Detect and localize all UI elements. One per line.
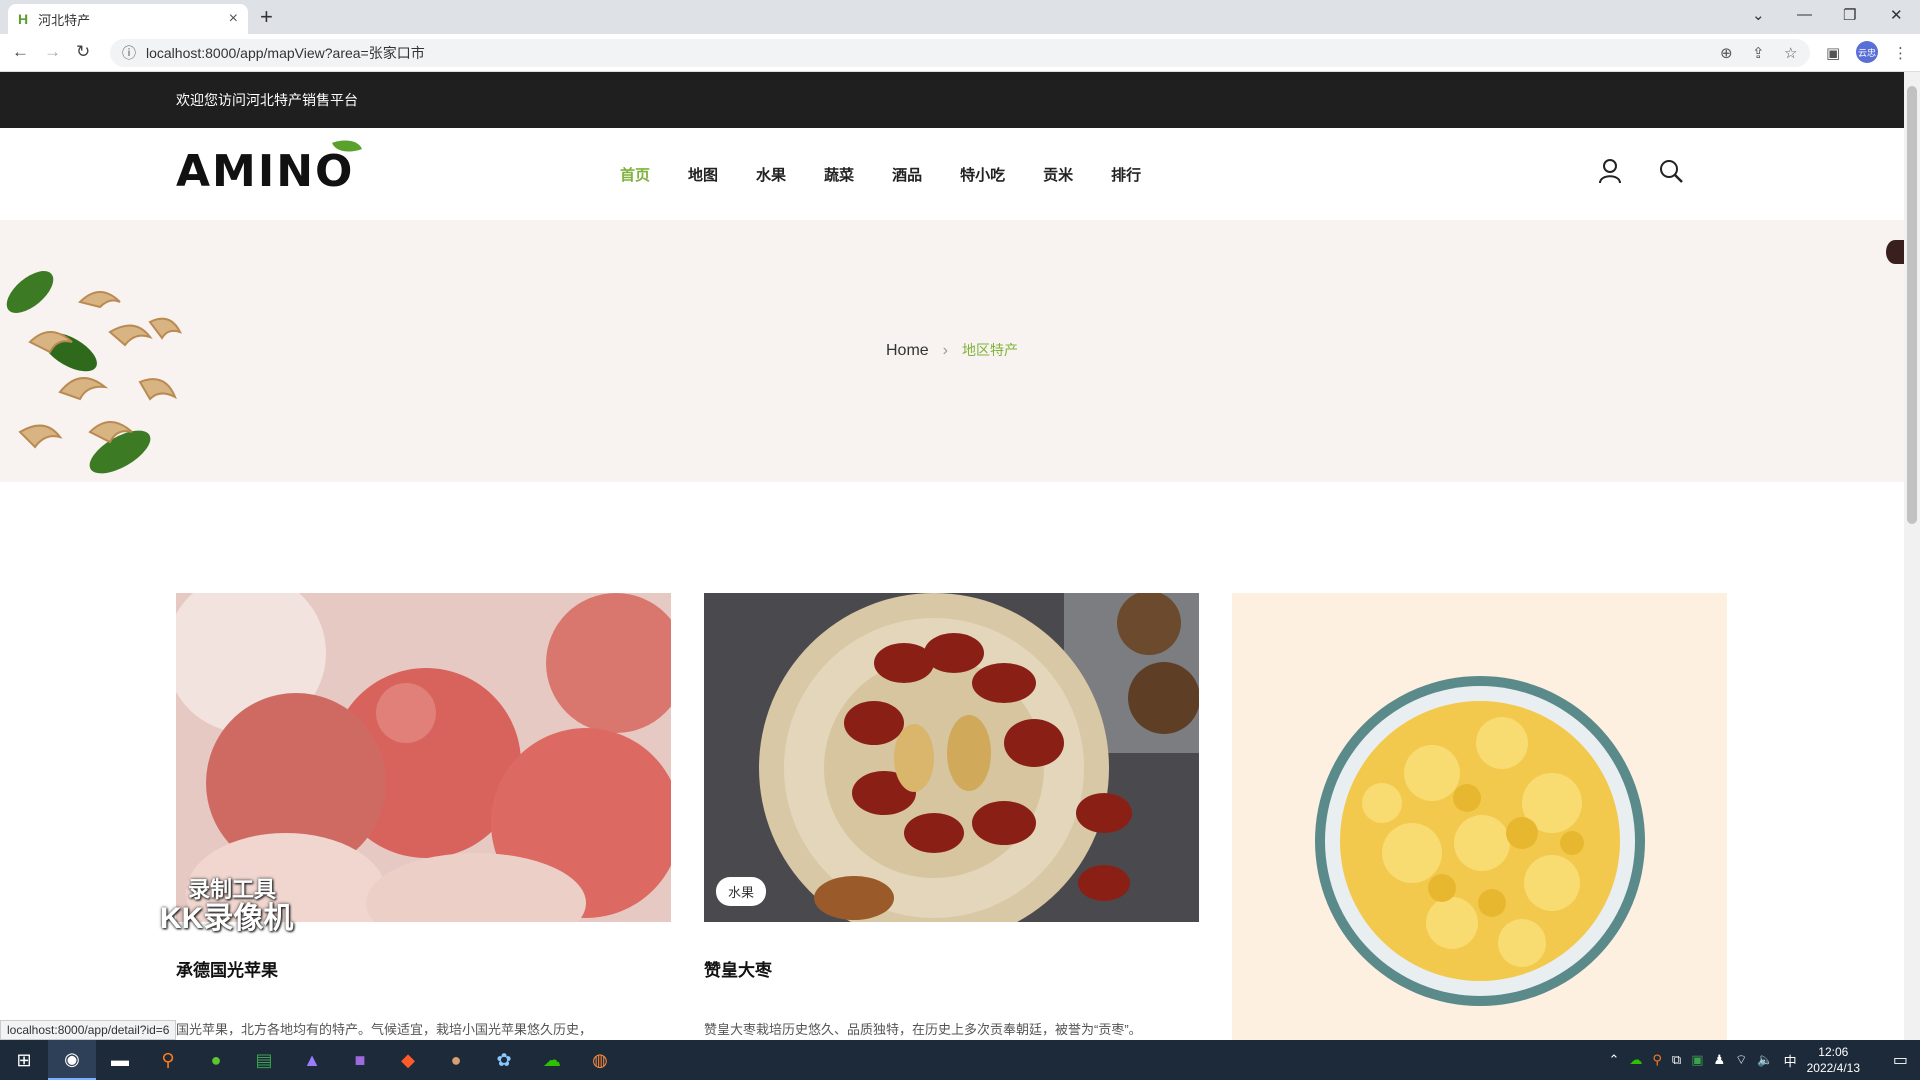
tab-search-icon[interactable]: ⌄ bbox=[1752, 6, 1765, 24]
chevron-right-icon: › bbox=[942, 342, 948, 359]
watermark-line2: KK录像机 bbox=[160, 902, 294, 936]
address-bar: ← → ↻ ⓘ localhost:8000/app/mapView?area=… bbox=[0, 34, 1920, 72]
decorative-berry bbox=[1886, 240, 1904, 264]
product-description: 国光苹果，北方各地均有的特产。气候适宜，栽培小国光苹果悠久历史， bbox=[176, 1022, 593, 1037]
forward-icon[interactable]: → bbox=[44, 42, 61, 62]
notification-icon[interactable]: ▭ bbox=[1893, 1050, 1908, 1070]
breadcrumb-current: 地区特产 bbox=[962, 342, 1018, 358]
product-card[interactable]: 水果 赞皇大枣 赞皇大枣栽培历史悠久、品质独特，在历史上多次贡奉朝廷，被誉为“贡… bbox=[704, 593, 1199, 1038]
nav-item-wine[interactable]: 酒品 bbox=[892, 164, 922, 185]
product-description: 赞皇大枣栽培历史悠久、品质独特，在历史上多次贡奉朝廷，被誉为“贡枣”。 bbox=[704, 1022, 1142, 1037]
ime-indicator[interactable]: 中 bbox=[1784, 1051, 1797, 1070]
category-tag[interactable]: 水果 bbox=[716, 877, 767, 906]
search-icon[interactable] bbox=[1658, 158, 1684, 191]
site-topbar: 欢迎您访问河北特产销售平台 bbox=[0, 72, 1904, 128]
zoom-icon[interactable]: ⊕ bbox=[1720, 44, 1733, 62]
bookmark-star-icon[interactable]: ☆ bbox=[1784, 44, 1797, 62]
nav-item-home[interactable]: 首页 bbox=[620, 164, 650, 185]
tab-title: 河北特产 bbox=[38, 12, 91, 28]
app-avatar-icon[interactable]: ● bbox=[432, 1040, 480, 1080]
system-tray: ⌃ ☁ ⚲ ⧉ ▣ ♟ ⌔ 🔈 中 12:06 2022/4/13 bbox=[1608, 1040, 1860, 1080]
browser-menu-icon[interactable]: ⋮ bbox=[1893, 44, 1908, 62]
url-text: localhost:8000/app/mapView?area=张家口市 bbox=[146, 45, 425, 61]
tray-qq-icon[interactable]: ♟ bbox=[1714, 1052, 1726, 1068]
nav-item-fruit[interactable]: 水果 bbox=[756, 164, 786, 185]
taskbar-clock[interactable]: 12:06 2022/4/13 bbox=[1807, 1044, 1860, 1076]
volume-icon[interactable]: 🔈 bbox=[1757, 1052, 1773, 1068]
nav-item-ranking[interactable]: 排行 bbox=[1111, 164, 1141, 185]
share-icon[interactable]: ⇪ bbox=[1752, 44, 1765, 62]
back-icon[interactable]: ← bbox=[12, 42, 29, 62]
profile-avatar[interactable]: 云忠 bbox=[1856, 41, 1878, 63]
nav-item-vegetable[interactable]: 蔬菜 bbox=[824, 164, 854, 185]
nav-item-rice[interactable]: 贡米 bbox=[1043, 164, 1073, 185]
windows-start-icon[interactable]: ⊞ bbox=[0, 1040, 48, 1080]
product-image-dates[interactable]: 水果 bbox=[704, 593, 1199, 922]
product-card[interactable]: 承德国光苹果 国光苹果，北方各地均有的特产。气候适宜，栽培小国光苹果悠久历史， bbox=[176, 593, 671, 1038]
nav-item-snacks[interactable]: 特小吃 bbox=[960, 164, 1005, 185]
browser-tab[interactable]: H 河北特产 × bbox=[8, 4, 248, 34]
wechat-icon[interactable]: ☁ bbox=[528, 1040, 576, 1080]
wifi-icon[interactable]: ⌔ bbox=[1735, 1052, 1747, 1068]
restore-icon[interactable]: ❐ bbox=[1843, 6, 1856, 24]
clock-date: 2022/4/13 bbox=[1806, 1061, 1860, 1075]
tray-search-icon[interactable]: ⚲ bbox=[1652, 1052, 1662, 1068]
tray-wechat-icon[interactable]: ☁ bbox=[1629, 1052, 1642, 1068]
clock-time: 12:06 bbox=[1818, 1045, 1849, 1059]
chrome-icon[interactable]: ◉ bbox=[48, 1040, 96, 1080]
side-panel-icon[interactable]: ▣ bbox=[1826, 44, 1840, 62]
recorder-watermark: 录制工具 KK录像机 bbox=[160, 877, 294, 936]
new-tab-icon[interactable]: + bbox=[260, 4, 273, 30]
product-image-cornflakes[interactable] bbox=[1232, 593, 1727, 1040]
minimize-icon[interactable]: — bbox=[1797, 6, 1812, 23]
logo-text: AMINO bbox=[176, 146, 355, 197]
search-app-icon[interactable]: ⚲ bbox=[144, 1040, 192, 1080]
site-favicon-icon: H bbox=[18, 11, 29, 27]
product-card[interactable] bbox=[1232, 593, 1727, 1040]
welcome-text: 欢迎您访问河北特产销售平台 bbox=[176, 92, 358, 108]
tray-app-icon[interactable]: ▣ bbox=[1691, 1052, 1703, 1068]
breadcrumb: Home › 地区特产 bbox=[0, 340, 1904, 360]
close-window-icon[interactable]: ✕ bbox=[1890, 6, 1903, 24]
page-banner: Home › 地区特产 bbox=[0, 220, 1904, 482]
app-recorder-icon[interactable]: ◍ bbox=[576, 1040, 624, 1080]
main-nav: 首页 地图 水果 蔬菜 酒品 特小吃 贡米 排行 bbox=[620, 164, 1179, 185]
tray-expand-icon[interactable]: ⌃ bbox=[1608, 1052, 1619, 1068]
scrollbar-thumb[interactable] bbox=[1907, 86, 1917, 524]
product-title[interactable]: 赞皇大枣 bbox=[704, 956, 1199, 981]
reload-icon[interactable]: ↻ bbox=[76, 42, 90, 62]
site-header: AMINO 首页 地图 水果 蔬菜 酒品 特小吃 贡米 排行 bbox=[0, 128, 1904, 220]
app-arrow-icon[interactable]: ◆ bbox=[384, 1040, 432, 1080]
product-image-apple[interactable] bbox=[176, 593, 671, 922]
site-info-icon[interactable]: ⓘ bbox=[122, 43, 136, 63]
app-game-icon[interactable]: ■ bbox=[336, 1040, 384, 1080]
nav-item-map[interactable]: 地图 bbox=[688, 164, 718, 185]
app-green-icon[interactable]: ● bbox=[192, 1040, 240, 1080]
browser-tab-strip: H 河北特产 × + ⌄ — ❐ ✕ bbox=[0, 0, 1920, 34]
app-network-icon[interactable]: ✿ bbox=[480, 1040, 528, 1080]
watermark-line1: 录制工具 bbox=[188, 877, 277, 902]
tab-close-icon[interactable]: × bbox=[229, 10, 238, 28]
url-input[interactable]: ⓘ localhost:8000/app/mapView?area=张家口市 bbox=[110, 39, 1810, 67]
tray-device-icon[interactable]: ⧉ bbox=[1672, 1052, 1681, 1068]
product-title[interactable]: 承德国光苹果 bbox=[176, 956, 671, 981]
site-logo[interactable]: AMINO bbox=[176, 134, 363, 197]
page-scrollbar[interactable] bbox=[1904, 72, 1920, 1040]
breadcrumb-home[interactable]: Home bbox=[886, 342, 929, 359]
file-explorer-icon[interactable]: ▬ bbox=[96, 1040, 144, 1080]
windows-taskbar: ⊞ ◉ ▬ ⚲ ● ▤ ▲ ■ ◆ ● ✿ ☁ ◍ ⌃ ☁ ⚲ ⧉ ▣ ♟ ⌔ … bbox=[0, 1040, 1920, 1080]
app-mountain-icon[interactable]: ▲ bbox=[288, 1040, 336, 1080]
notepad-icon[interactable]: ▤ bbox=[240, 1040, 288, 1080]
user-icon[interactable] bbox=[1598, 158, 1622, 191]
status-url: localhost:8000/app/detail?id=6 bbox=[0, 1020, 177, 1040]
